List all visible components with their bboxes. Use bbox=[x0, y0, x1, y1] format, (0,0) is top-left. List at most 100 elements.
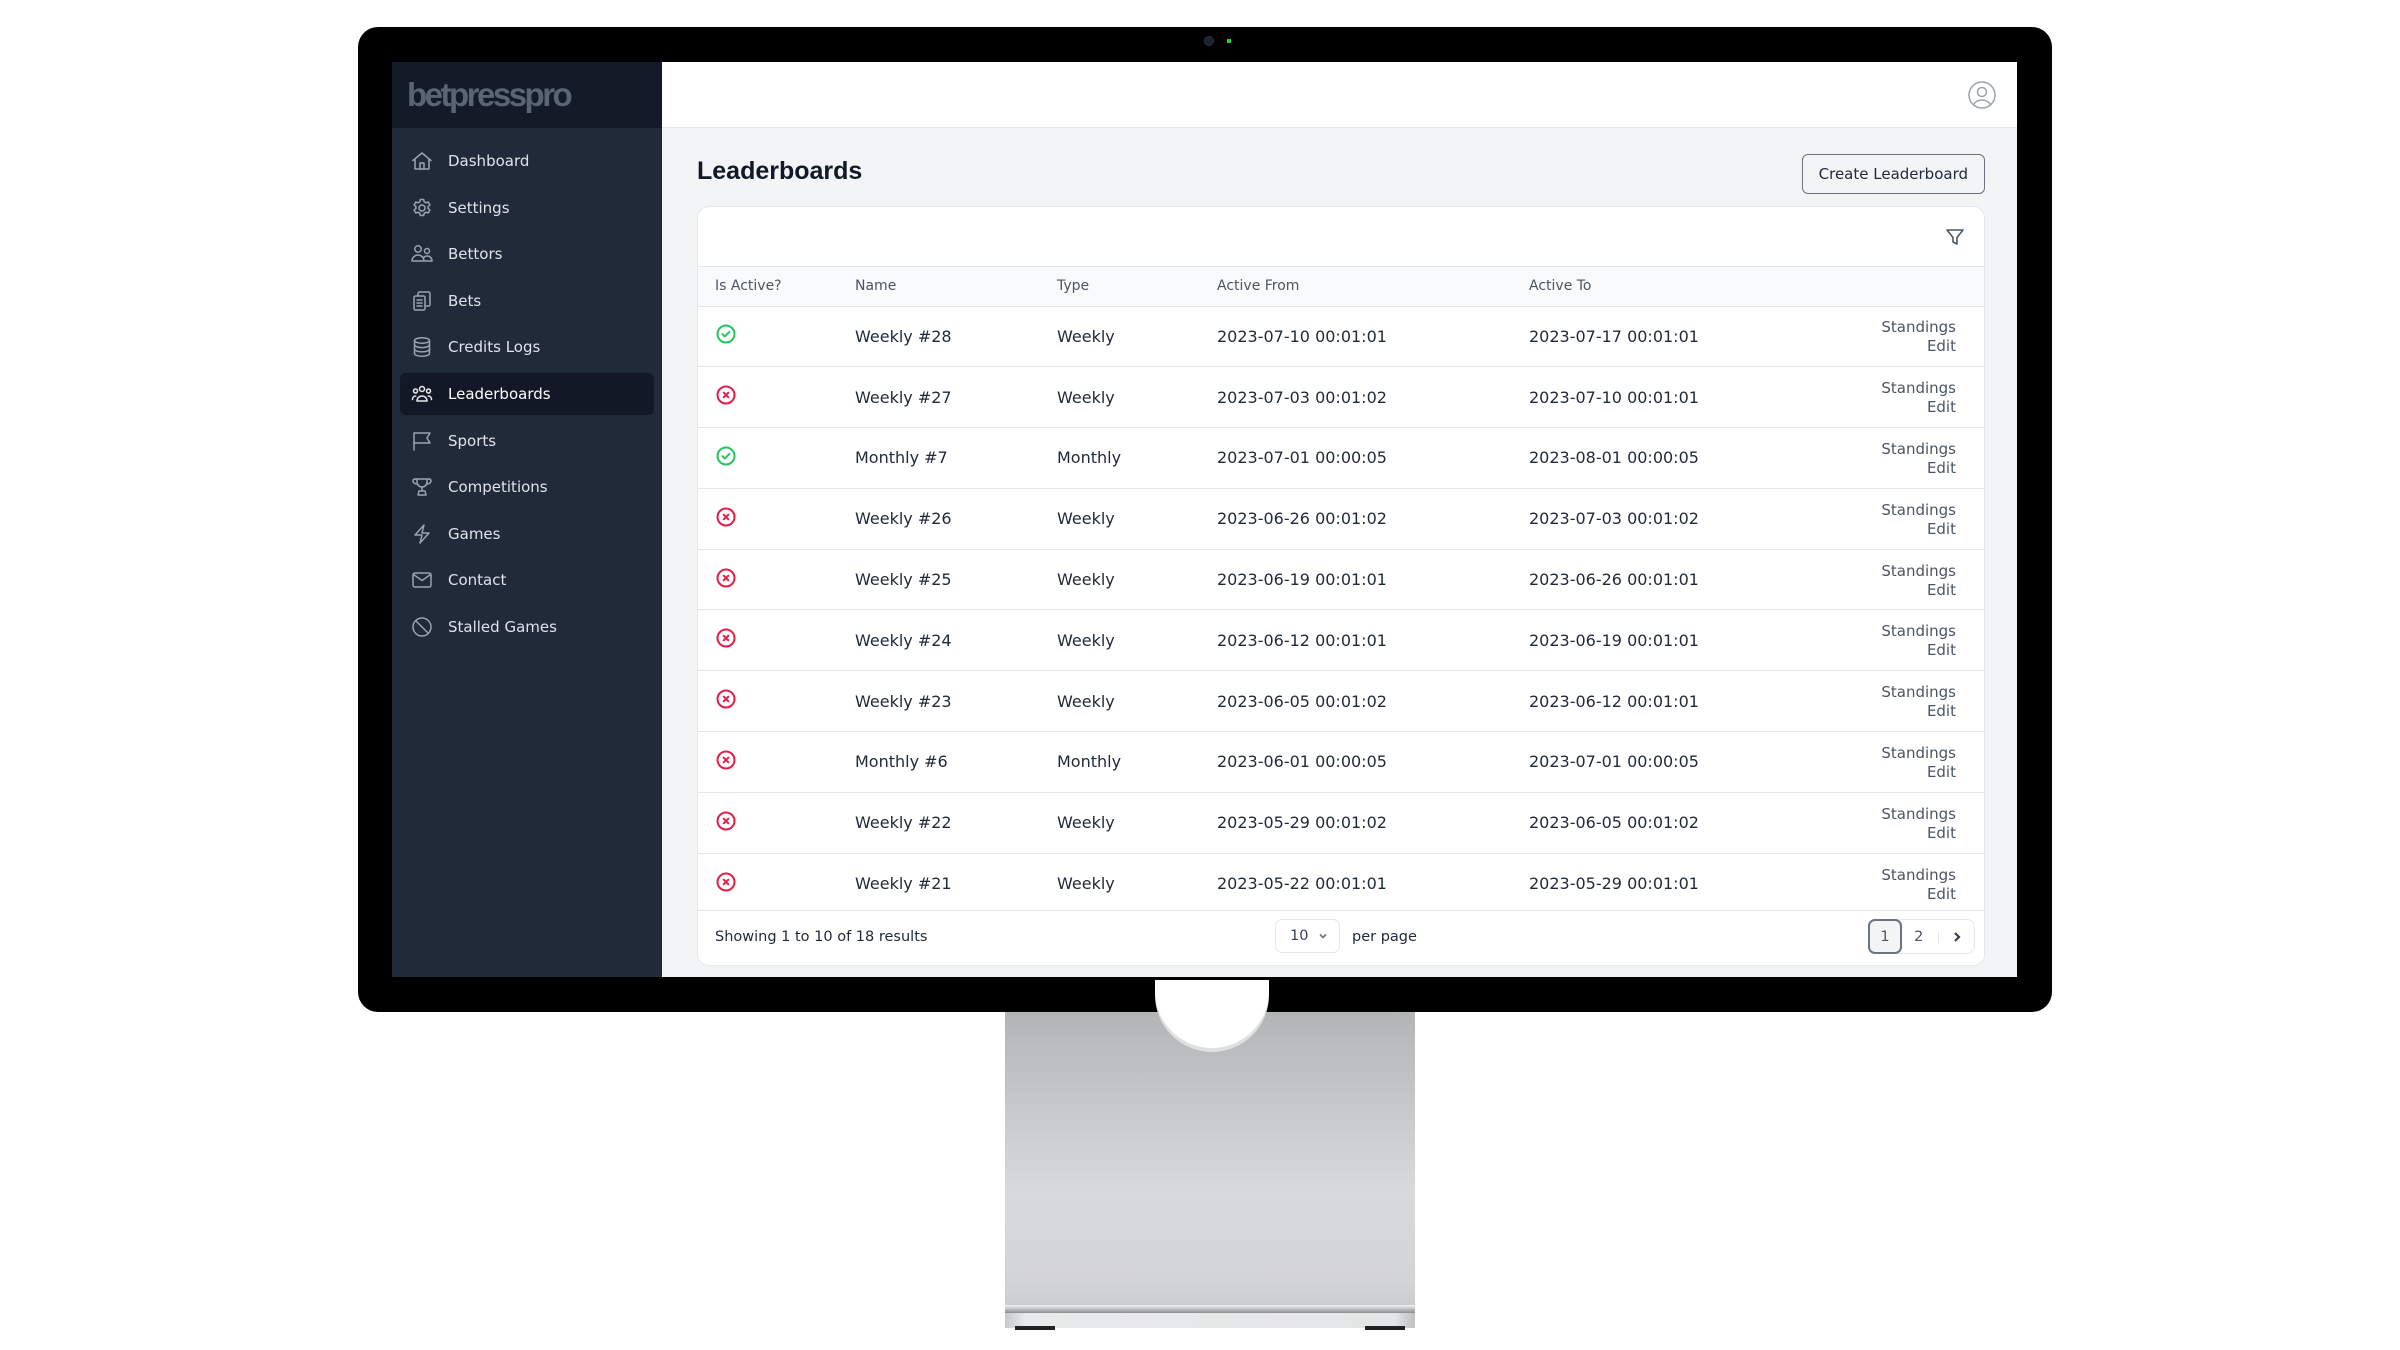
sidebar-item-bets[interactable]: Bets bbox=[400, 280, 654, 322]
sidebar-nav: Dashboard Settings Bettors Bets Credits … bbox=[392, 128, 662, 648]
cell-active-to: 2023-06-12 00:01:01 bbox=[1529, 691, 1699, 711]
user-menu-button[interactable] bbox=[1967, 80, 1997, 110]
funnel-icon bbox=[1946, 229, 1964, 245]
trophy-icon bbox=[410, 475, 434, 499]
stand-base bbox=[1005, 1313, 1415, 1328]
cell-is-active bbox=[698, 488, 855, 549]
column-header-name[interactable]: Name bbox=[855, 267, 1057, 306]
check-circle-icon bbox=[715, 445, 737, 467]
cell-active-to: 2023-06-05 00:01:02 bbox=[1529, 813, 1699, 833]
home-icon bbox=[410, 149, 434, 173]
x-circle-icon bbox=[715, 567, 737, 589]
filter-button[interactable] bbox=[1944, 226, 1966, 248]
next-page-button[interactable] bbox=[1940, 919, 1974, 954]
page-header: Leaderboards Create Leaderboard bbox=[697, 128, 1985, 208]
cell-name: Weekly #28 bbox=[855, 326, 952, 346]
sidebar-item-bettors[interactable]: Bettors bbox=[400, 233, 654, 275]
x-circle-icon bbox=[715, 688, 737, 710]
cell-is-active bbox=[698, 367, 855, 428]
cell-actions: Standings Edit bbox=[1829, 549, 1984, 610]
cell-is-active bbox=[698, 428, 855, 489]
create-leaderboard-button[interactable]: Create Leaderboard bbox=[1801, 154, 1985, 194]
cell-active-to: 2023-06-26 00:01:01 bbox=[1529, 570, 1699, 590]
no-symbol-icon bbox=[410, 615, 434, 639]
column-header-type[interactable]: Type bbox=[1057, 267, 1217, 306]
x-circle-icon bbox=[715, 871, 737, 893]
cell-name: Weekly #22 bbox=[855, 813, 952, 833]
edit-link[interactable]: Edit bbox=[1927, 641, 1956, 659]
edit-link[interactable]: Edit bbox=[1927, 885, 1956, 903]
per-page-select[interactable]: 10 bbox=[1275, 919, 1340, 953]
table-row: Monthly #7 Monthly 2023-07-01 00:00:05 2… bbox=[698, 427, 1984, 489]
cell-actions: Standings Edit bbox=[1829, 610, 1984, 671]
cell-actions: Standings Edit bbox=[1829, 306, 1984, 367]
standings-link[interactable]: Standings bbox=[1881, 440, 1956, 458]
stand-foot-right bbox=[1365, 1326, 1405, 1330]
cell-active-from: 2023-06-26 00:01:02 bbox=[1217, 509, 1387, 529]
edit-link[interactable]: Edit bbox=[1927, 459, 1956, 477]
standings-link[interactable]: Standings bbox=[1881, 379, 1956, 397]
page-button-2[interactable]: 2 bbox=[1902, 919, 1936, 954]
edit-link[interactable]: Edit bbox=[1927, 581, 1956, 599]
standings-link[interactable]: Standings bbox=[1881, 866, 1956, 884]
sidebar-item-label: Games bbox=[448, 524, 501, 543]
sidebar-item-dashboard[interactable]: Dashboard bbox=[400, 140, 654, 182]
top-bar bbox=[662, 62, 2017, 128]
sidebar-item-stalled-games[interactable]: Stalled Games bbox=[400, 606, 654, 648]
table-row: Weekly #22 Weekly 2023-05-29 00:01:02 20… bbox=[698, 792, 1984, 853]
cell-active-to: 2023-07-03 00:01:02 bbox=[1529, 509, 1699, 529]
gear-icon bbox=[410, 196, 434, 220]
screen: betpresspro Dashboard Settings Bettors B… bbox=[392, 62, 2017, 977]
database-icon bbox=[410, 335, 434, 359]
envelope-icon bbox=[410, 568, 434, 592]
standings-link[interactable]: Standings bbox=[1881, 805, 1956, 823]
standings-link[interactable]: Standings bbox=[1881, 683, 1956, 701]
page-button-1[interactable]: 1 bbox=[1868, 919, 1902, 954]
sidebar-item-contact[interactable]: Contact bbox=[400, 559, 654, 601]
edit-link[interactable]: Edit bbox=[1927, 337, 1956, 355]
x-circle-icon bbox=[715, 627, 737, 649]
edit-link[interactable]: Edit bbox=[1927, 398, 1956, 416]
cell-type: Weekly bbox=[1057, 691, 1115, 711]
cell-type: Monthly bbox=[1057, 448, 1122, 468]
cell-active-from: 2023-06-12 00:01:01 bbox=[1217, 630, 1387, 650]
logo[interactable]: betpresspro bbox=[407, 76, 573, 114]
cell-name: Weekly #21 bbox=[855, 874, 952, 894]
cell-active-from: 2023-07-10 00:01:01 bbox=[1217, 326, 1387, 346]
stand-lip bbox=[1005, 1305, 1415, 1313]
column-header-active-to[interactable]: Active To bbox=[1529, 267, 1829, 306]
column-header-is-active[interactable]: Is Active? bbox=[698, 267, 855, 306]
standings-link[interactable]: Standings bbox=[1881, 501, 1956, 519]
sidebar-item-games[interactable]: Games bbox=[400, 513, 654, 555]
edit-link[interactable]: Edit bbox=[1927, 763, 1956, 781]
logo-area: betpresspro bbox=[392, 62, 662, 128]
edit-link[interactable]: Edit bbox=[1927, 520, 1956, 538]
table-row: Weekly #21 Weekly 2023-05-22 00:01:01 20… bbox=[698, 853, 1984, 914]
sidebar-item-credits-logs[interactable]: Credits Logs bbox=[400, 326, 654, 368]
standings-link[interactable]: Standings bbox=[1881, 744, 1956, 762]
standings-link[interactable]: Standings bbox=[1881, 562, 1956, 580]
sidebar-item-label: Contact bbox=[448, 571, 507, 590]
column-header-active-from[interactable]: Active From bbox=[1217, 267, 1529, 306]
page-title: Leaderboards bbox=[697, 157, 863, 185]
standings-link[interactable]: Standings bbox=[1881, 622, 1956, 640]
sidebar-item-label: Stalled Games bbox=[448, 617, 557, 636]
cell-is-active bbox=[698, 792, 855, 853]
cell-type: Weekly bbox=[1057, 509, 1115, 529]
monitor-stand bbox=[1005, 1012, 1415, 1312]
edit-link[interactable]: Edit bbox=[1927, 702, 1956, 720]
table-row: Weekly #24 Weekly 2023-06-12 00:01:01 20… bbox=[698, 609, 1984, 671]
leaderboards-table: Is Active? Name Type Active From Active … bbox=[698, 267, 1984, 914]
standings-link[interactable]: Standings bbox=[1881, 318, 1956, 336]
cell-actions: Standings Edit bbox=[1829, 488, 1984, 549]
sidebar-item-leaderboards[interactable]: Leaderboards bbox=[400, 372, 654, 415]
cell-name: Monthly #6 bbox=[855, 752, 948, 772]
sidebar-item-sports[interactable]: Sports bbox=[400, 420, 654, 462]
cell-name: Weekly #27 bbox=[855, 387, 952, 407]
cell-name: Weekly #24 bbox=[855, 630, 952, 650]
cell-is-active bbox=[698, 732, 855, 793]
sidebar-item-competitions[interactable]: Competitions bbox=[400, 466, 654, 508]
edit-link[interactable]: Edit bbox=[1927, 824, 1956, 842]
sidebar-item-settings[interactable]: Settings bbox=[400, 187, 654, 229]
cell-actions: Standings Edit bbox=[1829, 367, 1984, 428]
